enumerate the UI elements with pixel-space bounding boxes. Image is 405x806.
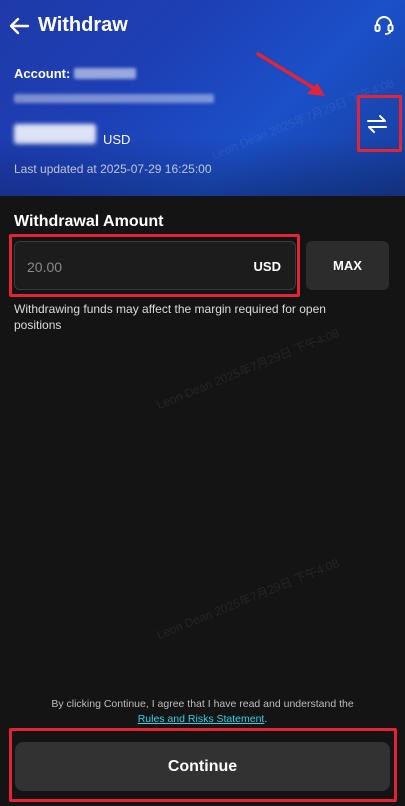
arrow-left-icon	[9, 17, 30, 35]
annotation-arrow	[256, 52, 325, 96]
consent-text: By clicking Continue, I agree that I hav…	[0, 697, 405, 727]
amount-input[interactable]: 20.00 USD	[14, 241, 296, 290]
account-row: Account:	[14, 66, 137, 81]
switch-account-button[interactable]	[361, 106, 393, 142]
balance-currency: USD	[103, 132, 131, 147]
back-button[interactable]	[8, 14, 30, 38]
account-number-redacted	[74, 68, 137, 79]
balance-redacted	[14, 124, 96, 144]
account-label: Account:	[14, 66, 71, 81]
page-title: Withdraw	[38, 14, 128, 36]
last-updated: Last updated at 2025-07-29 16:25:00	[14, 162, 212, 176]
headset-icon	[374, 16, 394, 35]
amount-currency: USD	[253, 259, 281, 274]
continue-button[interactable]: Continue	[15, 742, 390, 791]
company-name-redacted	[14, 94, 214, 103]
support-button[interactable]	[373, 14, 395, 36]
withdrawal-amount-label: Withdrawal Amount	[14, 213, 164, 230]
rules-risks-link[interactable]: Rules and Risks Statement	[138, 713, 265, 725]
margin-note: Withdrawing funds may affect the margin …	[14, 302, 326, 332]
max-button[interactable]: MAX	[306, 241, 389, 290]
watermark-text: Leon Dean 2025年7月29日 下午4:08	[154, 325, 342, 413]
swap-icon	[367, 115, 387, 133]
consent-prefix: By clicking Continue, I agree that I hav…	[51, 698, 354, 710]
consent-suffix: .	[264, 713, 268, 725]
account-header: Withdraw Leon Dean 2025年7月29日 下午4:08 Acc…	[0, 0, 405, 196]
amount-value: 20.00	[27, 259, 63, 275]
watermark-text: Leon Dean 2025年7月29日 下午4:08	[154, 555, 342, 643]
